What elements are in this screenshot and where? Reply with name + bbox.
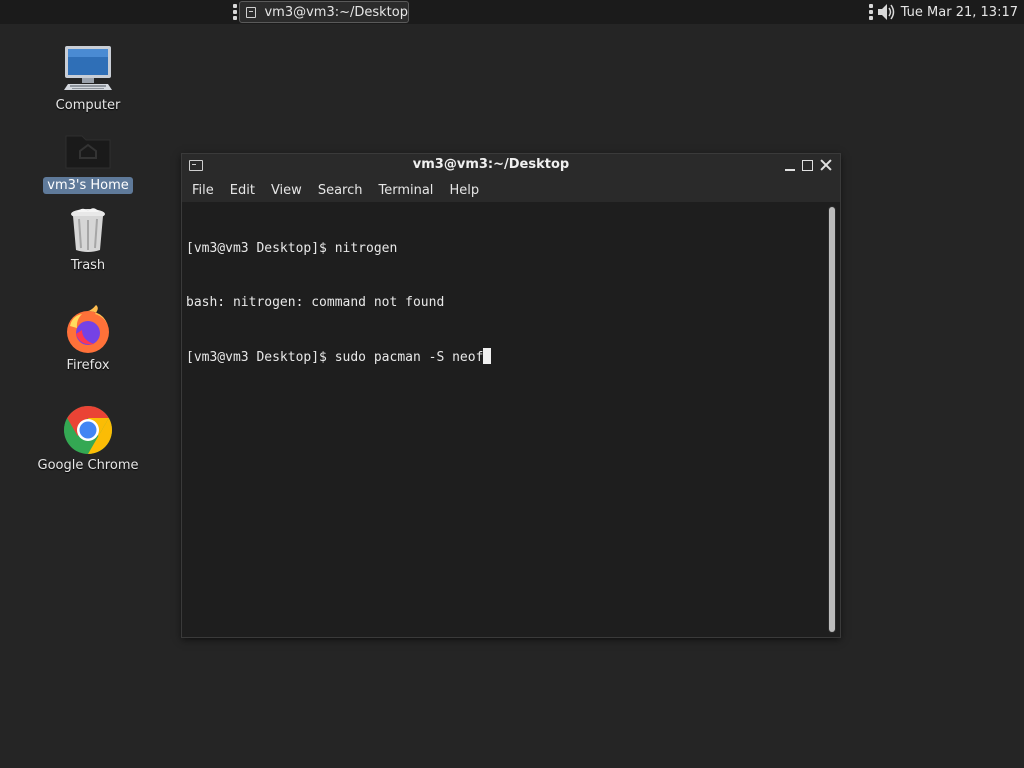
firefox-icon (62, 304, 114, 356)
terminal-window[interactable]: vm3@vm3:~/Desktop File Edit View Search … (182, 154, 840, 637)
desktop-icon-label: Computer (55, 98, 121, 113)
window-title: vm3@vm3:~/Desktop (412, 157, 570, 172)
desktop-icon-computer[interactable]: Computer (38, 44, 138, 114)
clock[interactable]: Tue Mar 21, 13:17 (901, 5, 1018, 20)
desktop-icon-label: Trash (70, 258, 106, 273)
terminal-line: [vm3@vm3 Desktop]$ nitrogen (186, 241, 398, 256)
chrome-icon (62, 404, 114, 456)
desktop-icon-chrome[interactable]: Google Chrome (38, 404, 138, 474)
home-folder-icon (62, 124, 114, 176)
tray-handle-icon (868, 4, 873, 20)
desktop-icon-home[interactable]: vm3's Home (38, 124, 138, 194)
menu-search[interactable]: Search (310, 183, 371, 198)
terminal-output[interactable]: [vm3@vm3 Desktop]$ nitrogen bash: nitrog… (182, 202, 840, 637)
terminal-line-current: [vm3@vm3 Desktop]$ sudo pacman -S neof (186, 348, 492, 366)
title-bar[interactable]: vm3@vm3:~/Desktop (182, 154, 840, 178)
menu-edit[interactable]: Edit (222, 183, 263, 198)
system-tray: Tue Mar 21, 13:17 (868, 0, 1024, 24)
taskbar-item-label: vm3@vm3:~/Desktop (264, 4, 408, 20)
top-panel: vm3@vm3:~/Desktop Tue Mar 21, 13:17 (0, 0, 1024, 24)
computer-icon (62, 44, 114, 96)
terminal-line: bash: nitrogen: command not found (186, 295, 445, 310)
desktop-icon-trash[interactable]: Trash (38, 204, 138, 274)
menu-terminal[interactable]: Terminal (370, 183, 441, 198)
terminal-line-text: [vm3@vm3 Desktop]$ sudo pacman -S neof (186, 350, 484, 365)
menu-help[interactable]: Help (441, 183, 487, 198)
desktop-icon-label: Google Chrome (37, 458, 139, 473)
menu-file[interactable]: File (184, 183, 222, 198)
taskbar-handle-icon (233, 4, 237, 20)
desktop-icon-label: Firefox (66, 358, 110, 373)
scrollbar-thumb[interactable] (829, 207, 835, 632)
text-cursor (483, 348, 492, 364)
terminal-text: [vm3@vm3 Desktop]$ nitrogen bash: nitrog… (186, 204, 492, 402)
taskbar-item-terminal[interactable]: vm3@vm3:~/Desktop (239, 1, 409, 23)
trash-icon (62, 204, 114, 256)
maximize-button[interactable] (800, 157, 816, 173)
menu-bar: File Edit View Search Terminal Help (182, 178, 840, 202)
scrollbar[interactable] (828, 206, 836, 633)
desktop: vm3@vm3:~/Desktop Tue Mar 21, 13:17 Comp… (0, 0, 1024, 768)
desktop-icon-label: vm3's Home (43, 177, 133, 194)
desktop-icon-firefox[interactable]: Firefox (38, 304, 138, 374)
minimize-button[interactable] (782, 157, 798, 173)
close-button[interactable] (818, 157, 834, 173)
speaker-icon[interactable] (877, 2, 895, 22)
terminal-icon (246, 6, 257, 18)
menu-view[interactable]: View (263, 183, 310, 198)
